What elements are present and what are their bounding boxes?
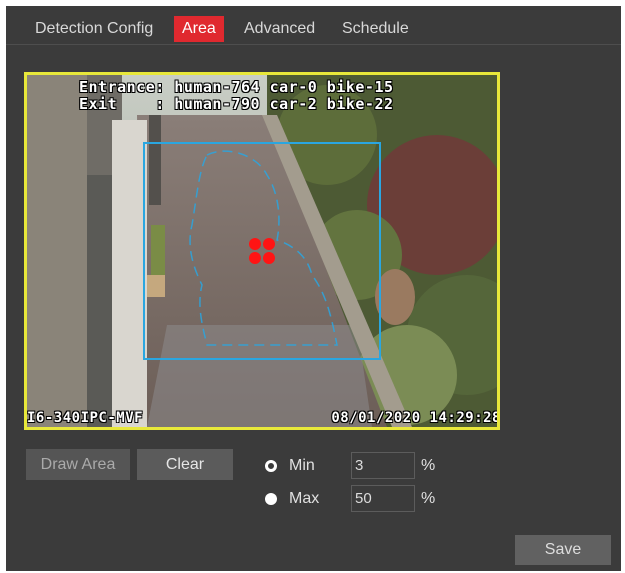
tab-schedule[interactable]: Schedule xyxy=(342,16,409,42)
target-dot xyxy=(263,238,275,250)
tab-bar: Detection Config Area Advanced Schedule xyxy=(6,6,621,45)
min-radio-option[interactable]: Min xyxy=(265,454,315,478)
target-marker-icon[interactable] xyxy=(249,238,277,266)
max-radio-option[interactable]: Max xyxy=(265,487,319,511)
target-dot xyxy=(263,252,275,264)
max-radio-button[interactable] xyxy=(265,493,277,505)
min-percent-input[interactable] xyxy=(351,452,415,479)
entrance-count-text: Entrance: human-764 car-0 bike-15 xyxy=(79,78,394,96)
counter-overlay: Entrance: human-764 car-0 bike-15 Exit : … xyxy=(79,79,394,113)
timestamp-overlay: 08/01/2020 14:29:28 xyxy=(331,410,500,426)
target-dot xyxy=(249,252,261,264)
min-radio-label: Min xyxy=(289,457,315,474)
draw-area-button[interactable]: Draw Area xyxy=(26,449,130,480)
tab-advanced[interactable]: Advanced xyxy=(244,16,315,42)
max-percent-unit: % xyxy=(421,490,436,507)
max-radio-label: Max xyxy=(289,490,320,507)
camera-label: I6-340IPC-MVF xyxy=(27,410,144,426)
save-button[interactable]: Save xyxy=(515,535,611,565)
min-percent-unit: % xyxy=(421,457,436,474)
min-radio-button[interactable] xyxy=(265,460,277,472)
tab-area[interactable]: Area xyxy=(174,16,224,42)
max-percent-input[interactable] xyxy=(351,485,415,512)
target-dot xyxy=(249,238,261,250)
clear-button[interactable]: Clear xyxy=(137,449,233,480)
tab-detection-config[interactable]: Detection Config xyxy=(35,16,153,42)
camera-preview[interactable]: Entrance: human-764 car-0 bike-15 Exit : … xyxy=(24,72,500,430)
exit-count-text: Exit : human-790 car-2 bike-22 xyxy=(79,95,394,113)
